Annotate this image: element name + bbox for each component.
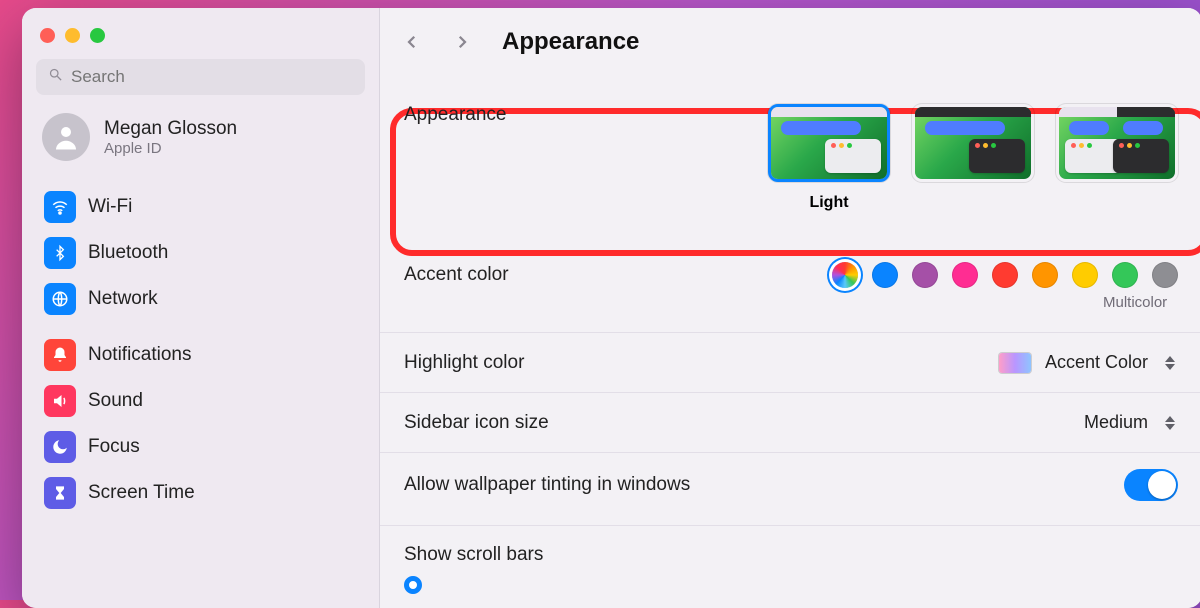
wifi-icon [44,191,76,223]
accent-label: Accent color [404,264,509,286]
topbar: Appearance [380,8,1200,74]
scroll-bars-option[interactable] [404,576,1178,594]
sidebar-item-label: Notifications [88,344,192,366]
search-input[interactable] [71,67,353,87]
accent-pink[interactable] [952,262,978,288]
sidebar-item-label: Focus [88,436,140,458]
sidebar-item-network[interactable]: Network [36,277,365,321]
sidebar-item-wifi[interactable]: Wi-Fi [36,185,365,229]
minimize-button[interactable] [65,28,80,43]
accent-orange[interactable] [1032,262,1058,288]
user-name: Megan Glosson [104,118,237,140]
highlight-swatch-icon [999,353,1031,373]
moon-icon [44,431,76,463]
sidebar-group-general: Notifications Sound Focus Screen Time [36,333,365,515]
content: Appearance [380,74,1200,594]
sidebar-item-screentime[interactable]: Screen Time [36,471,365,515]
globe-icon [44,283,76,315]
accent-swatches [832,262,1178,288]
tinting-label: Allow wallpaper tinting in windows [404,474,690,496]
sidebar-size-select[interactable]: Medium [1084,412,1178,434]
speaker-icon [44,385,76,417]
page-title: Appearance [502,28,639,56]
highlight-value: Accent Color [1045,352,1148,373]
wallpaper-tinting-toggle[interactable] [1124,469,1178,501]
sidebar-group-network: Wi-Fi Bluetooth Network [36,185,365,321]
sidebar-size-row: Sidebar icon size Medium [380,393,1200,453]
fullscreen-button[interactable] [90,28,105,43]
chevron-up-down-icon [1162,352,1178,374]
accent-blue[interactable] [872,262,898,288]
hourglass-icon [44,477,76,509]
forward-button[interactable] [446,26,478,58]
sidebar-item-label: Bluetooth [88,242,168,264]
sidebar-item-label: Sound [88,390,143,412]
appearance-option-dark[interactable] [912,104,1034,182]
scroll-bars-label: Show scroll bars [404,544,1178,566]
accent-green[interactable] [1112,262,1138,288]
settings-window: Megan Glosson Apple ID Wi-Fi Bluetooth [22,8,1200,608]
avatar [42,113,90,161]
accent-purple[interactable] [912,262,938,288]
apple-id-row[interactable]: Megan Glosson Apple ID [36,101,365,173]
chevron-up-down-icon [1162,412,1178,434]
radio-selected-icon [404,576,422,594]
wallpaper-tinting-row: Allow wallpaper tinting in windows [380,453,1200,517]
sidebar-item-label: Screen Time [88,482,195,504]
highlight-label: Highlight color [404,352,524,374]
sidebar-item-bluetooth[interactable]: Bluetooth [36,231,365,275]
main-panel: Appearance Appearance [380,8,1200,608]
highlight-color-row: Highlight color Accent Color [380,333,1200,393]
appearance-selected-label: Light [768,194,890,212]
appearance-option-light[interactable] [768,104,890,182]
appearance-row: Appearance [380,80,1200,246]
search-icon [48,67,63,87]
accent-graphite[interactable] [1152,262,1178,288]
window-controls [36,22,365,53]
bell-icon [44,339,76,371]
bluetooth-icon [44,237,76,269]
sidebar-item-label: Wi-Fi [88,196,132,218]
accent-yellow[interactable] [1072,262,1098,288]
sidebar-size-label: Sidebar icon size [404,412,549,434]
sidebar-size-value: Medium [1084,412,1148,433]
appearance-label: Appearance [404,104,506,126]
accent-caption: Multicolor [1103,294,1167,311]
accent-multicolor[interactable] [832,262,858,288]
scroll-bars-section: Show scroll bars [380,525,1200,594]
user-subtitle: Apple ID [104,140,237,157]
appearance-options [768,104,1178,182]
sidebar-item-notifications[interactable]: Notifications [36,333,365,377]
close-button[interactable] [40,28,55,43]
sidebar-item-label: Network [88,288,158,310]
sidebar: Megan Glosson Apple ID Wi-Fi Bluetooth [22,8,380,608]
accent-red[interactable] [992,262,1018,288]
highlight-select[interactable]: Accent Color [999,352,1178,374]
sidebar-item-focus[interactable]: Focus [36,425,365,469]
sidebar-item-sound[interactable]: Sound [36,379,365,423]
appearance-option-auto[interactable] [1056,104,1178,182]
accent-color-row: Accent color Multicolor [380,246,1200,333]
search-field[interactable] [36,59,365,95]
back-button[interactable] [396,26,428,58]
